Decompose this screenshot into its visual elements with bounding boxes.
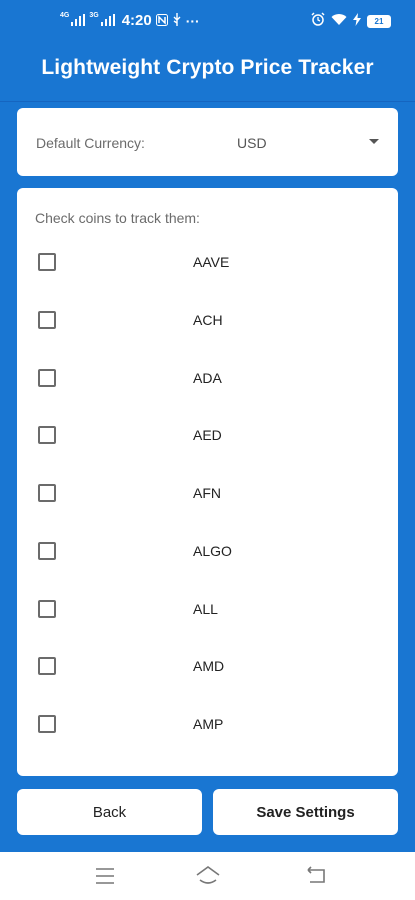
system-navigation-bar: [0, 852, 415, 900]
usb-icon: [172, 12, 182, 29]
coin-label: AED: [193, 427, 222, 443]
status-right-group: 21: [311, 12, 391, 31]
coin-row[interactable]: AED: [17, 416, 398, 456]
alarm-icon: [311, 12, 325, 31]
status-time: 4:20: [121, 12, 152, 29]
save-settings-button[interactable]: Save Settings: [213, 789, 398, 835]
menu-icon[interactable]: [91, 864, 119, 888]
signal-icon-1: [71, 13, 86, 29]
coin-row[interactable]: AMD: [17, 647, 398, 687]
status-left-group: 4G 3G 4:20 ···: [60, 12, 200, 29]
coin-label: ADA: [193, 370, 222, 386]
coins-card: Check coins to track them: AAVE ACH ADA …: [17, 188, 398, 776]
page-title: Lightweight Crypto Price Tracker: [41, 56, 374, 79]
back-icon[interactable]: [302, 864, 330, 888]
coins-heading: Check coins to track them:: [35, 210, 200, 226]
coin-label: AMP: [193, 716, 224, 732]
currency-dropdown[interactable]: USD: [235, 126, 383, 160]
network-type-2: 3G: [89, 12, 99, 19]
coin-checkbox[interactable]: [38, 253, 56, 271]
coin-row[interactable]: ALGO: [17, 532, 398, 572]
coin-row[interactable]: ALL: [17, 590, 398, 630]
charging-icon: [353, 12, 361, 31]
coin-checkbox[interactable]: [38, 657, 56, 675]
back-button[interactable]: Back: [17, 789, 202, 835]
coin-checkbox[interactable]: [38, 484, 56, 502]
currency-selected-value: USD: [237, 135, 267, 151]
coin-label: AFN: [193, 485, 221, 501]
coin-row[interactable]: AAVE: [17, 243, 398, 283]
header-divider: [0, 101, 415, 102]
coin-label: AMD: [193, 658, 225, 674]
coin-checkbox[interactable]: [38, 542, 56, 560]
more-notifications: ···: [185, 12, 200, 29]
signal-icon-2: [100, 13, 115, 29]
coin-checkbox[interactable]: [38, 369, 56, 387]
coin-row[interactable]: AMP: [17, 705, 398, 745]
currency-card: Default Currency: USD: [17, 108, 398, 176]
coin-label: ALL: [193, 601, 218, 617]
coin-label: ALGO: [193, 543, 232, 559]
coin-row[interactable]: ACH: [17, 301, 398, 341]
currency-label: Default Currency:: [36, 135, 145, 151]
coin-checkbox[interactable]: [38, 426, 56, 444]
coin-row[interactable]: AFN: [17, 474, 398, 514]
coin-row[interactable]: ADA: [17, 359, 398, 399]
dropdown-arrow-icon: [369, 139, 379, 144]
coin-label: ACH: [193, 312, 223, 328]
battery-icon: 21: [367, 15, 391, 28]
network-type-1: 4G: [60, 12, 70, 19]
home-icon[interactable]: [194, 864, 222, 888]
wifi-icon: [331, 13, 347, 31]
coin-label: AAVE: [193, 254, 230, 270]
coin-checkbox[interactable]: [38, 311, 56, 329]
status-bar: 4G 3G 4:20 ··· 21: [0, 0, 415, 44]
coin-checkbox[interactable]: [38, 715, 56, 733]
coin-checkbox[interactable]: [38, 600, 56, 618]
notification-n-icon: [155, 13, 168, 29]
